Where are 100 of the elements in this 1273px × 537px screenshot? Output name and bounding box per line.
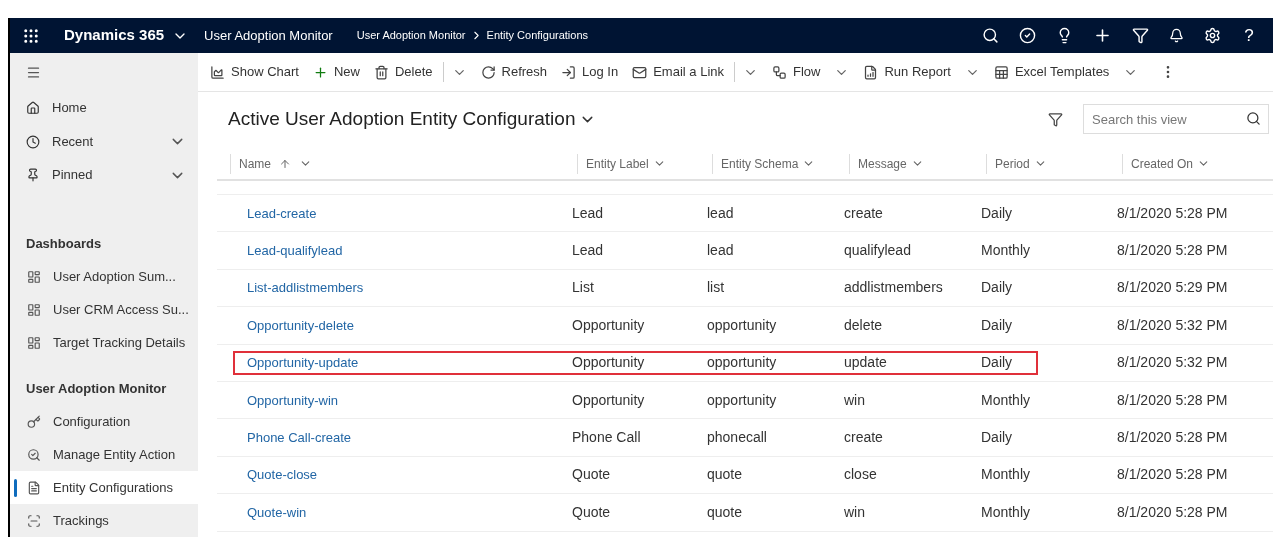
table-cell: 8/1/2020 5:32 PM xyxy=(1117,316,1228,333)
toolbar-button[interactable]: Refresh xyxy=(480,62,548,82)
table-cell: addlistmembers xyxy=(844,279,943,296)
table-cell: Opportunity xyxy=(572,354,645,371)
app-launcher-icon[interactable] xyxy=(22,26,40,45)
table-cell: Opportunity xyxy=(572,316,645,333)
sidebar-item[interactable]: Manage Entity Action xyxy=(10,438,198,471)
group-heading: User Adoption Monitor xyxy=(26,380,167,399)
toolbar-button[interactable]: Delete xyxy=(373,62,433,82)
toolbar-button[interactable]: Excel Templates xyxy=(993,62,1139,82)
table-cell: 8/1/2020 5:28 PM xyxy=(1117,204,1228,221)
record-link[interactable]: List-addlistmembers xyxy=(247,280,364,296)
key-icon xyxy=(27,414,41,429)
table-cell: list xyxy=(707,279,725,296)
toolbar-button[interactable]: New xyxy=(312,62,360,82)
table-cell: Lead xyxy=(572,204,604,221)
pin-icon xyxy=(26,168,40,183)
nav-item[interactable]: Home xyxy=(52,98,87,118)
table-cell: 8/1/2020 5:28 PM xyxy=(1117,466,1228,483)
plus-icon[interactable] xyxy=(1093,26,1112,45)
table-cell: 8/1/2020 5:29 PM xyxy=(1117,279,1228,296)
column-header[interactable]: Entity Label xyxy=(577,153,712,174)
breadcrumb-link[interactable]: User Adoption Monitor xyxy=(356,27,466,44)
sidebar-item[interactable]: Trackings xyxy=(10,504,198,537)
clock-icon xyxy=(26,134,40,149)
target-icon[interactable] xyxy=(1019,27,1036,44)
table-cell: Daily xyxy=(981,354,1013,371)
table-cell: opportunity xyxy=(707,391,777,408)
area-title: User Adoption Monitor xyxy=(204,26,333,45)
table-cell: Opportunity xyxy=(572,391,645,408)
toolbar-button[interactable]: Run Report xyxy=(863,62,980,82)
table-cell: opportunity xyxy=(707,354,777,371)
table-cell: Monthly xyxy=(981,466,1031,483)
table-cell: Quote xyxy=(572,503,611,520)
refresh-icon xyxy=(480,64,496,80)
table-cell: Daily xyxy=(981,429,1013,446)
menu-icon[interactable] xyxy=(26,64,41,80)
table-cell: quote xyxy=(707,503,743,520)
search-field[interactable]: Search this view xyxy=(1083,104,1269,134)
nav-item[interactable]: Recent xyxy=(52,131,94,152)
scan-icon xyxy=(27,513,41,528)
table-cell: update xyxy=(844,354,887,371)
record-link[interactable]: Opportunity-win xyxy=(247,392,339,408)
home-icon xyxy=(26,101,40,116)
help-button[interactable]: ? xyxy=(1241,22,1257,49)
document-icon xyxy=(27,480,41,495)
table-cell: 8/1/2020 5:28 PM xyxy=(1117,242,1228,259)
sidebar-item[interactable]: Target Tracking Details xyxy=(10,326,198,359)
record-link[interactable]: Quote-win xyxy=(247,504,307,520)
table-cell: opportunity xyxy=(707,316,777,333)
chart-icon xyxy=(210,64,225,80)
flow-icon xyxy=(772,64,787,80)
table-cell: lead xyxy=(707,204,734,221)
column-header[interactable]: Created On xyxy=(1122,153,1273,174)
column-header[interactable]: Name xyxy=(230,153,577,174)
dashboard-icon xyxy=(27,335,41,350)
sidebar-item[interactable]: Entity Configurations xyxy=(10,471,198,504)
toolbar-button[interactable]: Email a Link xyxy=(632,62,724,82)
search-icon[interactable] xyxy=(982,27,999,44)
filter-icon[interactable] xyxy=(1048,111,1063,127)
breadcrumb-link[interactable]: Entity Configurations xyxy=(486,27,589,44)
sort-arrow-icon xyxy=(279,157,291,170)
table-cell: win xyxy=(844,503,865,520)
column-header[interactable]: Period xyxy=(986,153,1122,174)
table-cell: Lead xyxy=(572,242,604,259)
record-link[interactable]: Lead-qualifylead xyxy=(247,243,343,259)
table-cell: delete xyxy=(844,316,883,333)
sidebar-item[interactable]: User Adoption Sum... xyxy=(10,260,198,293)
magnifier-icon xyxy=(27,447,41,462)
record-link[interactable]: Opportunity-delete xyxy=(247,317,354,333)
table-cell: quote xyxy=(707,466,743,483)
toolbar-button[interactable]: Show Chart xyxy=(210,62,299,82)
record-link[interactable]: Opportunity-update xyxy=(247,355,359,371)
bell-icon[interactable] xyxy=(1169,28,1184,43)
toolbar-button[interactable]: Flow xyxy=(772,62,850,82)
sidebar-item[interactable]: User CRM Access Su... xyxy=(10,293,198,326)
app-name[interactable]: Dynamics 365 xyxy=(64,24,165,47)
table-cell: 8/1/2020 5:32 PM xyxy=(1117,354,1228,371)
record-link[interactable]: Lead-create xyxy=(247,205,317,221)
record-link[interactable]: Phone Call-create xyxy=(247,430,352,446)
search-icon[interactable] xyxy=(1246,111,1261,126)
table-cell: Monthly xyxy=(981,503,1031,520)
sidebar-item[interactable]: Configuration xyxy=(10,405,198,438)
trash-icon xyxy=(373,64,389,80)
settings-icon[interactable] xyxy=(1204,27,1221,44)
table-cell: close xyxy=(844,466,877,483)
nav-item[interactable]: Pinned xyxy=(52,165,93,185)
plus-icon xyxy=(312,64,328,80)
column-header[interactable]: Entity Schema xyxy=(712,153,849,174)
view-title[interactable]: Active User Adoption Entity Configuration xyxy=(228,104,576,134)
login-icon xyxy=(561,64,577,80)
table-cell: Daily xyxy=(981,279,1013,296)
group-heading: Dashboards xyxy=(26,235,102,254)
table-cell: Daily xyxy=(981,204,1013,221)
column-header[interactable]: Message xyxy=(849,153,986,174)
spreadsheet-icon xyxy=(993,64,1009,80)
table-cell: Quote xyxy=(572,466,611,483)
record-link[interactable]: Quote-close xyxy=(247,467,318,483)
toolbar-button[interactable]: Log In xyxy=(561,62,619,82)
table-cell: create xyxy=(844,429,883,446)
